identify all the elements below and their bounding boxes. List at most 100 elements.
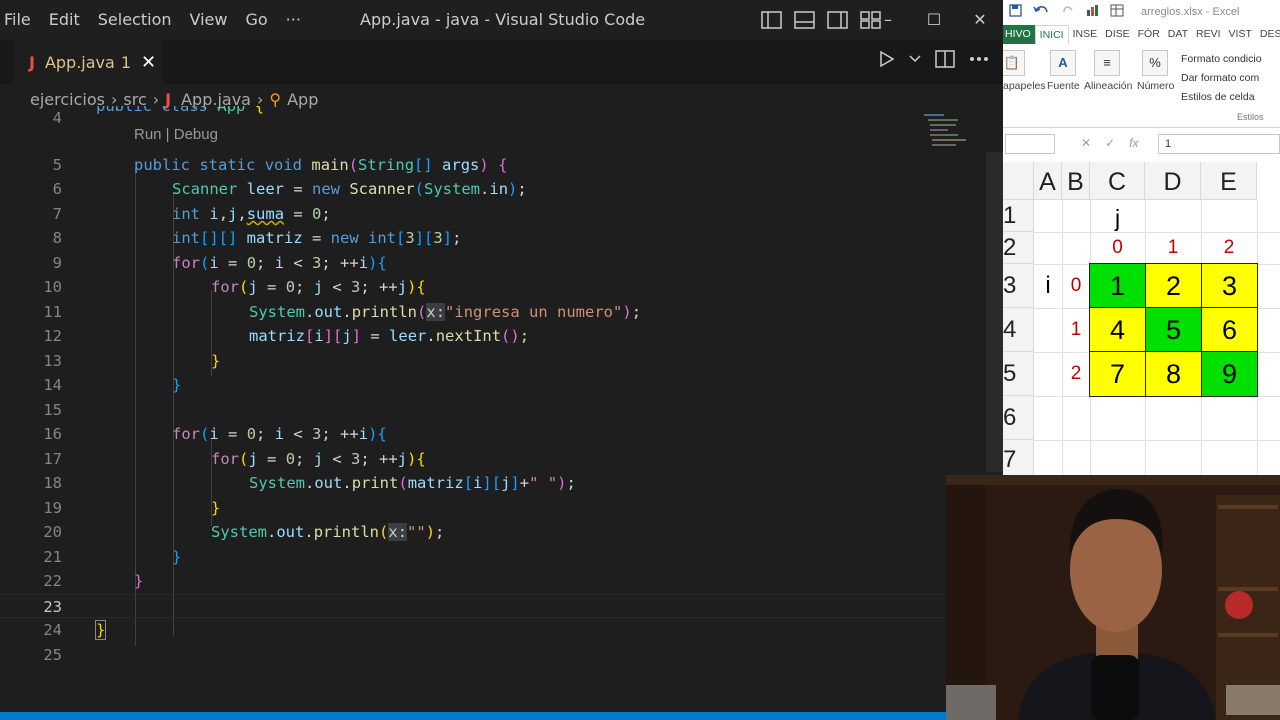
menu-selection[interactable]: Selection [89, 0, 181, 40]
excel-ribbon: 📋 A ≡ % apapeles Fuente Alineación Númer… [1003, 44, 1280, 128]
code-line: 8 int[][] matriz = new int[3][3]; [52, 229, 462, 247]
code-line: 22} [43, 572, 144, 590]
cell-col-index[interactable]: 1 [1145, 232, 1201, 264]
maximize-button[interactable]: ☐ [911, 0, 957, 40]
code-line: 11 System.out.println(x:"ingresa un numer… [43, 303, 642, 321]
matrix-cell[interactable]: 2 [1145, 263, 1202, 309]
code-line: 19} [43, 499, 221, 517]
editor-scrollbar[interactable] [986, 152, 1003, 472]
alignment-icon[interactable]: ≡ [1094, 50, 1120, 76]
font-icon[interactable]: A [1050, 50, 1076, 76]
formula-input[interactable]: 1 [1158, 134, 1280, 154]
toggle-panel-icon[interactable] [793, 9, 816, 31]
cell-j-label[interactable]: j [1090, 202, 1145, 234]
column-header[interactable]: E [1201, 162, 1257, 200]
matrix-cell[interactable]: 8 [1145, 351, 1202, 397]
code-line: 13} [43, 352, 221, 370]
matrix-cell[interactable]: 3 [1201, 263, 1258, 309]
excel-title-bar: arreglos.xlsx - Excel [1003, 0, 1280, 25]
matrix-cell[interactable]: 4 [1089, 307, 1146, 353]
table-icon[interactable] [1110, 4, 1124, 17]
close-tab-icon[interactable]: ✕ [141, 52, 156, 73]
clipboard-icon[interactable]: 📋 [1003, 50, 1025, 76]
row-header[interactable]: 3 [1003, 264, 1034, 308]
more-actions-icon[interactable] [969, 56, 989, 62]
minimize-button[interactable]: – [865, 0, 911, 40]
split-editor-icon[interactable] [935, 50, 955, 68]
tab-app-java[interactable]: J App.java 1 ✕ [14, 40, 162, 84]
column-header[interactable]: D [1145, 162, 1201, 200]
select-all-corner[interactable] [1003, 162, 1034, 200]
redo-icon[interactable] [1062, 4, 1076, 17]
cell-row-index[interactable]: 1 [1062, 308, 1090, 352]
ribbon-tab-review[interactable]: REVI [1192, 25, 1225, 44]
tab-label: App.java [44, 53, 115, 72]
ribbon-tab-insert[interactable]: INSE [1069, 25, 1102, 44]
ribbon-tab-data[interactable]: DAT [1164, 25, 1192, 44]
cell-col-index[interactable]: 2 [1201, 232, 1257, 264]
chevron-down-icon[interactable] [909, 54, 921, 64]
insert-function-icon[interactable]: fx [1129, 136, 1138, 150]
menu-edit[interactable]: Edit [40, 0, 89, 40]
ribbon-tab-file[interactable]: HIVO [1003, 25, 1035, 44]
run-icon[interactable] [879, 50, 895, 68]
codelens-run-debug[interactable]: Run | Debug [134, 126, 218, 143]
column-header[interactable]: C [1090, 162, 1145, 200]
code-line: 16 for(i = 0; i < 3; ++i){ [43, 425, 387, 443]
group-clipboard[interactable]: apapeles [1003, 80, 1046, 92]
code-line: 21} [43, 548, 182, 566]
close-window-button[interactable]: ✕ [957, 0, 1003, 40]
cancel-icon[interactable]: ✕ [1081, 136, 1091, 150]
row-header[interactable]: 2 [1003, 232, 1034, 264]
cell-col-index[interactable]: 0 [1090, 232, 1145, 264]
menu-view[interactable]: View [181, 0, 237, 40]
enter-icon[interactable]: ✓ [1105, 136, 1115, 150]
row-header[interactable]: 1 [1003, 200, 1034, 232]
cell-row-index[interactable]: 0 [1062, 264, 1090, 308]
cell-row-index[interactable]: 2 [1062, 352, 1090, 396]
percent-icon[interactable]: % [1142, 50, 1168, 76]
ribbon-tab-developer[interactable]: DES [1256, 25, 1280, 44]
group-alignment[interactable]: Alineación [1084, 80, 1132, 92]
title-bar: File Edit Selection View Go ··· App.java… [0, 0, 1003, 40]
code-line: 7 int i,j,suma = 0; [52, 205, 331, 223]
row-header[interactable]: 7 [1003, 440, 1034, 475]
code-editor[interactable]: 4 public class App { 5 public static void … [0, 106, 985, 716]
ribbon-tab-home[interactable]: INICI [1034, 25, 1069, 44]
ribbon-tab-formulas[interactable]: FÓR [1134, 25, 1164, 44]
save-icon[interactable] [1009, 4, 1022, 17]
name-box[interactable] [1005, 134, 1055, 154]
column-header[interactable]: A [1034, 162, 1062, 200]
toggle-sidebar-icon[interactable] [760, 9, 783, 31]
format-as-table-button[interactable]: Dar formato com [1181, 69, 1262, 88]
code-line: 12 matriz[i][j] = leer.nextInt(); [43, 327, 530, 345]
matrix-cell[interactable]: 6 [1201, 307, 1258, 353]
row-header[interactable]: 4 [1003, 308, 1034, 352]
minimap[interactable] [922, 112, 984, 152]
cell-styles-button[interactable]: Estilos de celda [1181, 88, 1262, 107]
conditional-format-button[interactable]: Formato condicio [1181, 50, 1262, 69]
group-number[interactable]: Número [1137, 80, 1174, 92]
row-header[interactable]: 5 [1003, 352, 1034, 396]
vscode-window: File Edit Selection View Go ··· App.java… [0, 0, 1003, 720]
menu-go[interactable]: Go [236, 0, 276, 40]
menu-file[interactable]: File [0, 0, 40, 40]
styles-group-label: Estilos [1237, 112, 1264, 122]
spreadsheet-grid[interactable]: A B C D E 1 2 3 4 5 6 7 j 0 1 2 i 0 1 2 … [1003, 162, 1280, 475]
matrix-cell[interactable]: 7 [1089, 351, 1146, 397]
code-line: 18 System.out.print(matriz[i][j]+" "); [43, 474, 576, 492]
matrix-cell[interactable]: 1 [1089, 263, 1146, 309]
row-header[interactable]: 6 [1003, 396, 1034, 440]
toggle-secondary-sidebar-icon[interactable] [826, 9, 849, 31]
chart-icon[interactable] [1086, 4, 1100, 17]
group-font[interactable]: Fuente [1047, 80, 1080, 92]
java-file-icon: J [29, 53, 35, 72]
matrix-cell[interactable]: 9 [1201, 351, 1258, 397]
cell-i-label[interactable]: i [1034, 264, 1062, 308]
matrix-cell[interactable]: 5 [1145, 307, 1202, 353]
undo-icon[interactable] [1032, 4, 1052, 17]
menu-more[interactable]: ··· [277, 0, 310, 40]
column-header[interactable]: B [1062, 162, 1090, 200]
ribbon-tab-view[interactable]: VIST [1225, 25, 1256, 44]
ribbon-tab-design[interactable]: DISE [1101, 25, 1134, 44]
